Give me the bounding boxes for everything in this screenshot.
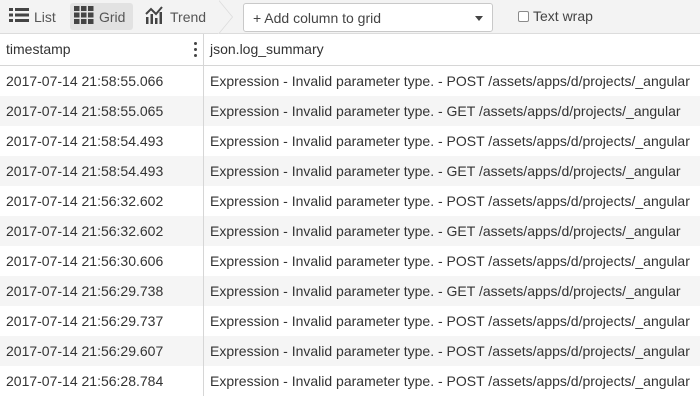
timestamp-cell: 2017-07-14 21:56:29.738	[0, 276, 204, 306]
timestamp-cell: 2017-07-14 21:58:55.065	[0, 96, 204, 126]
table-row[interactable]: 2017-07-14 21:56:29.738 Expression - Inv…	[0, 276, 700, 306]
timestamp-cell: 2017-07-14 21:58:55.066	[0, 66, 204, 96]
log-summary-cell: Expression - Invalid parameter type. - P…	[210, 313, 690, 329]
add-column-label: + Add column to grid	[253, 9, 382, 26]
grid-rows: 2017-07-14 21:58:55.066 Expression - Inv…	[0, 66, 700, 396]
view-list-button[interactable]: List	[6, 3, 62, 30]
log-summary-cell: Expression - Invalid parameter type. - G…	[210, 103, 681, 119]
table-row[interactable]: 2017-07-14 21:56:29.607 Expression - Inv…	[0, 336, 700, 366]
table-row[interactable]: 2017-07-14 21:58:54.493 Expression - Inv…	[0, 126, 700, 156]
timestamp-cell: 2017-07-14 21:58:54.493	[0, 156, 204, 186]
text-wrap-label: Text wrap	[533, 8, 593, 24]
column-header-log-summary-label: json.log_summary	[210, 41, 324, 57]
table-row[interactable]: 2017-07-14 21:56:32.602 Expression - Inv…	[0, 216, 700, 246]
toolbar: List Grid Trend + Add column to grid Tex…	[0, 0, 700, 34]
table-row[interactable]: 2017-07-14 21:58:55.066 Expression - Inv…	[0, 66, 700, 96]
column-header-timestamp-label: timestamp	[6, 41, 71, 57]
view-trend-button[interactable]: Trend	[142, 3, 216, 30]
view-trend-label: Trend	[170, 8, 207, 25]
log-summary-cell: Expression - Invalid parameter type. - P…	[210, 133, 690, 149]
table-row[interactable]: 2017-07-14 21:56:30.606 Expression - Inv…	[0, 246, 700, 276]
list-icon	[9, 7, 29, 26]
column-header-timestamp[interactable]: timestamp	[0, 34, 204, 65]
log-summary-cell: Expression - Invalid parameter type. - P…	[210, 193, 690, 209]
column-menu-icon[interactable]	[194, 42, 198, 58]
view-list-label: List	[34, 8, 56, 25]
view-grid-button[interactable]: Grid	[70, 3, 133, 30]
log-summary-cell: Expression - Invalid parameter type. - G…	[210, 283, 681, 299]
grid-icon	[74, 6, 94, 27]
log-summary-cell: Expression - Invalid parameter type. - P…	[210, 373, 690, 389]
table-row[interactable]: 2017-07-14 21:58:54.493 Expression - Inv…	[0, 156, 700, 186]
add-column-dropdown[interactable]: + Add column to grid	[243, 3, 493, 32]
breadcrumb-separator-inner	[218, 0, 232, 34]
view-grid-label: Grid	[99, 8, 126, 25]
timestamp-cell: 2017-07-14 21:56:32.602	[0, 216, 204, 246]
text-wrap-toggle[interactable]: Text wrap	[518, 7, 593, 25]
timestamp-cell: 2017-07-14 21:56:29.607	[0, 336, 204, 366]
column-header-log-summary[interactable]: json.log_summary	[204, 34, 700, 65]
timestamp-cell: 2017-07-14 21:56:28.784	[0, 366, 204, 396]
table-row[interactable]: 2017-07-14 21:56:32.602 Expression - Inv…	[0, 186, 700, 216]
grid-header: timestamp json.log_summary	[0, 34, 700, 66]
log-summary-cell: Expression - Invalid parameter type. - P…	[210, 73, 690, 89]
log-summary-cell: Expression - Invalid parameter type. - G…	[210, 163, 681, 179]
text-wrap-checkbox[interactable]	[518, 10, 529, 22]
table-row[interactable]: 2017-07-14 21:56:29.737 Expression - Inv…	[0, 306, 700, 336]
log-summary-cell: Expression - Invalid parameter type. - P…	[210, 253, 690, 269]
table-row[interactable]: 2017-07-14 21:58:55.065 Expression - Inv…	[0, 96, 700, 126]
timestamp-cell: 2017-07-14 21:56:32.602	[0, 186, 204, 216]
log-summary-cell: Expression - Invalid parameter type. - G…	[210, 223, 681, 239]
log-grid: timestamp json.log_summary 2017-07-14 21…	[0, 34, 700, 400]
timestamp-cell: 2017-07-14 21:56:30.606	[0, 246, 204, 276]
timestamp-cell: 2017-07-14 21:58:54.493	[0, 126, 204, 156]
timestamp-cell: 2017-07-14 21:56:29.737	[0, 306, 204, 336]
chevron-down-icon	[475, 16, 483, 21]
log-summary-cell: Expression - Invalid parameter type. - P…	[210, 343, 690, 359]
trend-icon	[145, 6, 165, 27]
table-row[interactable]: 2017-07-14 21:56:28.784 Expression - Inv…	[0, 366, 700, 396]
